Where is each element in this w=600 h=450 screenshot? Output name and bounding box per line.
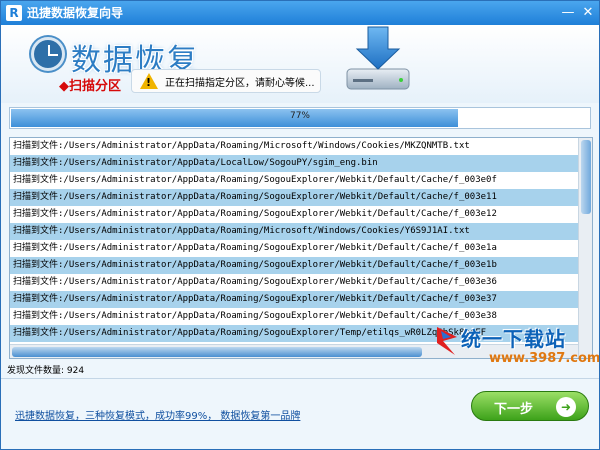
title-bar[interactable]: R 迅捷数据恢复向导 — ✕ [1, 1, 599, 25]
status-box: ! 正在扫描指定分区，请耐心等候... [131, 69, 321, 93]
close-button[interactable]: ✕ [579, 4, 597, 22]
app-logo-icon: R [6, 5, 22, 21]
promo-link[interactable]: 迅捷数据恢复，三种恢复模式，成功率99%， 数据恢复第一品牌 [15, 407, 300, 422]
list-item[interactable]: 扫描到文件:/Users/Administrator/AppData/Roami… [10, 274, 578, 291]
next-button[interactable]: 下一步 ➜ [471, 391, 589, 421]
window-title: 迅捷数据恢复向导 [27, 6, 124, 20]
list-item[interactable]: 扫描到文件:/Users/Administrator/AppData/Roami… [10, 172, 578, 189]
watermark-text: 统一下载站 [461, 327, 566, 351]
step-label: ◆扫描分区 [59, 79, 121, 94]
horizontal-scroll-thumb[interactable] [12, 347, 422, 357]
list-item[interactable]: 扫描到文件:/Users/Administrator/AppData/Roami… [10, 138, 578, 155]
file-count-label: 发现文件数量: [7, 366, 65, 376]
file-count-value: 924 [66, 366, 85, 376]
app-window: R 迅捷数据恢复向导 — ✕ 数据恢复 ◆扫描分区 ! 正在扫描指定分区，请耐心… [0, 0, 600, 450]
status-text: 正在扫描指定分区，请耐心等候... [165, 78, 315, 89]
clock-icon [31, 37, 65, 71]
warning-icon: ! [140, 73, 158, 89]
list-item[interactable]: 扫描到文件:/Users/Administrator/AppData/Roami… [10, 223, 578, 240]
watermark-logo-icon [437, 327, 457, 355]
watermark: 统一下载站 www.3987.com [431, 323, 599, 375]
file-count: 发现文件数量: 924 [7, 363, 84, 376]
drive-download-icon [346, 26, 410, 90]
footer: 迅捷数据恢复，三种恢复模式，成功率99%， 数据恢复第一品牌 下一步 ➜ [1, 379, 599, 449]
arrow-right-icon: ➜ [556, 397, 576, 417]
list-item[interactable]: 扫描到文件:/Users/Administrator/AppData/Roami… [10, 189, 578, 206]
progress-label: 77% [289, 111, 310, 121]
list-item[interactable]: 扫描到文件:/Users/Administrator/AppData/Roami… [10, 291, 578, 308]
list-item[interactable]: 扫描到文件:/Users/Administrator/AppData/Roami… [10, 240, 578, 257]
progress-bar: 77% [9, 107, 591, 129]
list-item[interactable]: 扫描到文件:/Users/Administrator/AppData/Roami… [10, 257, 578, 274]
header-banner: 数据恢复 ◆扫描分区 ! 正在扫描指定分区，请耐心等候... [1, 25, 599, 103]
minimize-button[interactable]: — [559, 4, 577, 22]
next-button-label: 下一步 [494, 402, 534, 417]
vertical-scroll-thumb[interactable] [581, 140, 591, 214]
list-item[interactable]: 扫描到文件:/Users/Administrator/AppData/Roami… [10, 206, 578, 223]
list-item[interactable]: 扫描到文件:/Users/Administrator/AppData/Local… [10, 155, 578, 172]
watermark-url: www.3987.com [489, 351, 600, 366]
